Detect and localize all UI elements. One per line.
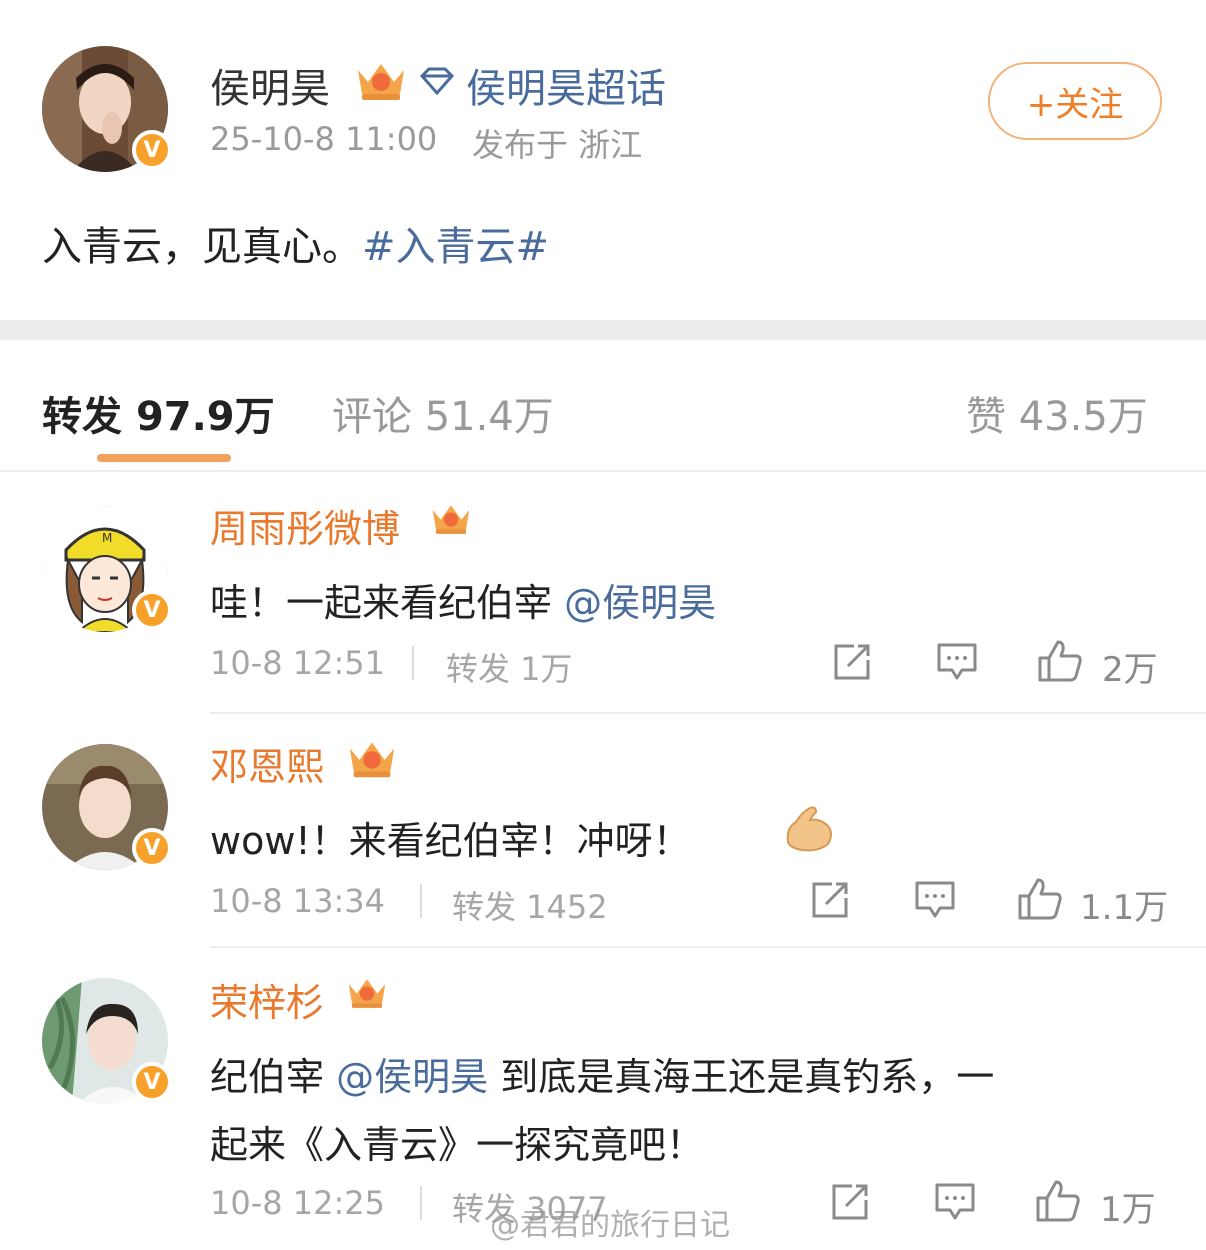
comment-avatar[interactable]: V	[42, 744, 172, 870]
post-location: 发布于 浙江	[472, 126, 643, 164]
comment-body: 纪伯宰	[210, 1055, 325, 1099]
comment-text: 纪伯宰 @侯明昊 到底是真海王还是真钓系，一	[210, 1046, 994, 1101]
meta-separator	[412, 646, 414, 680]
share-icon[interactable]	[810, 880, 850, 924]
svg-text:M: M	[102, 531, 112, 545]
supertopic-link[interactable]: 侯明昊超话	[466, 56, 666, 114]
verified-badge: V	[132, 590, 172, 630]
meta-separator	[420, 1186, 422, 1220]
post-body: 入青云，见真心。	[42, 224, 362, 270]
comment-author-name[interactable]: 周雨彤微博	[210, 498, 400, 553]
crown-icon	[344, 736, 400, 784]
comment-text: wow!！来看纪伯宰！冲呀！	[210, 810, 691, 865]
tab-like-count: 43.5万	[1018, 394, 1148, 440]
tab-repost-label: 转发	[42, 394, 122, 440]
comment-like-count: 1.1万	[1080, 888, 1169, 928]
share-icon[interactable]	[830, 1182, 870, 1226]
like-icon[interactable]	[1036, 638, 1084, 688]
comment-body: wow!！来看纪伯宰！冲呀！	[210, 819, 691, 863]
tab-repost-count: 97.9万	[135, 394, 275, 440]
meta-separator	[420, 884, 422, 918]
hashtag-link[interactable]: #入青云#	[362, 224, 549, 270]
comment-divider	[210, 712, 1206, 714]
diamond-icon	[418, 66, 456, 100]
author-avatar[interactable]: V	[42, 46, 172, 172]
verified-badge: V	[132, 828, 172, 868]
comment-icon[interactable]	[934, 1182, 976, 1226]
tab-like-label: 赞	[966, 394, 1006, 440]
comment-time: 10-8 12:51	[210, 644, 386, 682]
comment-text-line2: 起来《入青云》一探究竟吧！	[210, 1123, 705, 1167]
comment-repost-count[interactable]: 转发 1万	[446, 644, 573, 690]
crown-icon	[344, 972, 390, 1016]
tab-repost[interactable]: 转发 97.9万	[42, 384, 275, 442]
mention-link[interactable]: @侯明昊	[336, 1055, 488, 1099]
tab-comment-count: 51.4万	[424, 394, 554, 440]
author-name[interactable]: 侯明昊	[210, 56, 330, 114]
flexed-biceps-icon	[782, 802, 836, 860]
verified-badge: V	[132, 1062, 172, 1102]
comment-divider	[210, 946, 1206, 948]
tab-comment-label: 评论	[332, 394, 412, 440]
like-icon[interactable]	[1034, 1178, 1082, 1228]
comment-author-name[interactable]: 荣梓杉	[210, 972, 324, 1027]
comment-time: 10-8 12:25	[210, 1184, 386, 1222]
tabs-divider	[0, 470, 1206, 472]
follow-button[interactable]: +关注	[988, 62, 1162, 140]
mention-link[interactable]: @侯明昊	[564, 581, 716, 625]
comment-time: 10-8 13:34	[210, 882, 386, 920]
comment-author-name[interactable]: 邓恩熙	[210, 736, 324, 791]
crown-icon	[352, 58, 410, 106]
comment-like-count: 2万	[1102, 650, 1158, 690]
post-time: 25-10-8 11:00	[210, 120, 438, 158]
like-icon[interactable]	[1016, 876, 1064, 926]
tab-like[interactable]: 赞 43.5万	[966, 384, 1148, 442]
comment-icon[interactable]	[914, 880, 956, 924]
active-tab-indicator	[97, 454, 231, 462]
comment-repost-count[interactable]: 转发 1452	[452, 882, 608, 928]
comment-like-count: 1万	[1100, 1190, 1156, 1230]
post-text: 入青云，见真心。#入青云#	[42, 214, 549, 272]
comment-text: 哇！一起来看纪伯宰 @侯明昊	[210, 572, 716, 627]
comment-body: 哇！一起来看纪伯宰	[210, 581, 553, 625]
crown-icon	[428, 498, 474, 542]
section-divider	[0, 320, 1206, 340]
verified-badge: V	[132, 130, 172, 170]
tab-comment[interactable]: 评论 51.4万	[332, 384, 554, 442]
watermark-text: @君君的旅行日记	[490, 1208, 730, 1243]
share-icon[interactable]	[832, 642, 872, 686]
comment-icon[interactable]	[936, 642, 978, 686]
comment-avatar[interactable]: V	[42, 978, 172, 1104]
comment-body: 到底是真海王还是真钓系，一	[500, 1055, 995, 1099]
comment-avatar[interactable]: M V	[42, 506, 172, 632]
